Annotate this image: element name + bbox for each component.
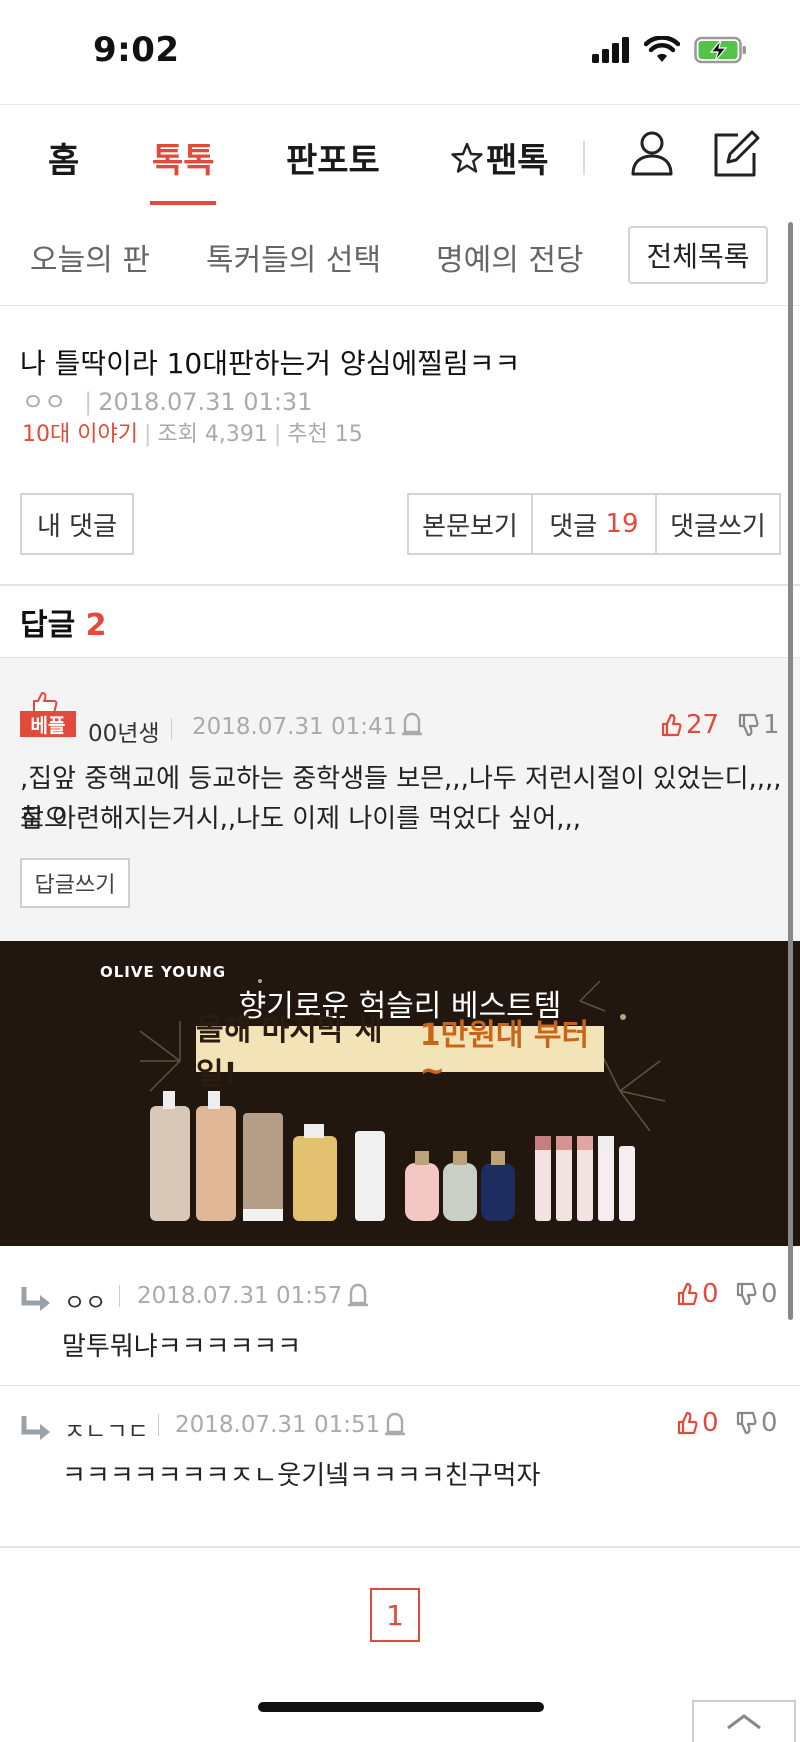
post-title: 나 틀딱이라 10대판하는거 양심에찔림ㅋㅋ [20,347,521,380]
section-divider [0,584,800,586]
top-nav: 홈 톡톡 판포토 팬톡 [0,104,800,207]
sub-reply-text: 말투뭐냐ㅋㅋㅋㅋㅋㅋ [62,1332,302,1362]
nav-divider [583,141,585,175]
subtab-hall-of-fame[interactable]: 명예의 전당 [436,235,584,279]
ad-subtitle: 올해 마지막 세일! 1만원대 부터~ [196,1013,604,1092]
like-button[interactable]: 27 [660,710,719,740]
post-meta-stats: 10대 이야기 | 조회 4,391 | 추천 15 [22,422,363,447]
thumbs-down-icon [736,1411,757,1435]
thumbs-down-icon [738,713,759,737]
meta-separator [119,1285,120,1307]
subtab-talkers-choice[interactable]: 톡커들의 선택 [206,235,381,279]
post-action-group: 본문보기 댓글 19 댓글쓰기 [407,493,781,555]
dislike-count: 1 [763,710,780,740]
best-badge-label: 베플 [20,711,76,737]
like-button[interactable]: 0 [676,1408,719,1438]
reply-arrow-icon [21,1287,50,1311]
report-bell-icon[interactable] [400,712,424,738]
tab-home[interactable]: 홈 [48,133,79,182]
view-body-button[interactable]: 본문보기 [409,495,533,553]
dislike-button[interactable]: 1 [737,710,780,740]
tab-fantalk[interactable]: 팬톡 [450,133,549,182]
home-indicator [258,1702,544,1712]
report-bell-icon[interactable] [346,1283,370,1309]
scroll-to-top-button[interactable] [692,1700,796,1742]
wifi-icon [644,36,680,62]
cellular-signal-icon [592,37,629,63]
star-icon [451,142,483,173]
subtab-today[interactable]: 오늘의 판 [30,235,150,279]
thumbs-up-icon [661,713,682,737]
replies-count: 2 [85,608,107,643]
sub-reply: ㅇㅇ 2018.07.31 01:57 0 0 말투뭐냐ㅋㅋㅋㅋㅋㅋ [0,1257,800,1387]
reply-button[interactable]: 답글쓰기 [20,858,130,908]
dislike-button[interactable]: 0 [735,1279,778,1309]
comment-text-line2: 로 아련해지는거시,,나도 이제 나이를 먹었다 싶어,,, [20,804,582,834]
write-comment-button[interactable]: 댓글쓰기 [657,495,779,553]
status-time: 9:02 [93,30,180,70]
sub-reply-author: ㅈㄴㄱㄷ [64,1419,149,1445]
user-icon[interactable] [630,129,674,177]
thumbs-down-icon [736,1282,757,1306]
sub-reply-text: ㅋㅋㅋㅋㅋㅋㅋㅈㄴ웃기넼ㅋㅋㅋㅋ친구먹자 [62,1461,541,1491]
views-label: 조회 [157,422,198,447]
reply-arrow-icon [21,1416,50,1440]
recommend-count: 15 [334,422,363,447]
pagination-current-page[interactable]: 1 [370,1588,420,1642]
ad-brand-logo: OLIVE YOUNG [100,963,227,981]
dislike-button[interactable]: 0 [735,1408,778,1438]
like-count: 0 [702,1408,719,1438]
status-bar: 9:02 [0,0,800,104]
post-meta-author: ㅇㅇ | 2018.07.31 01:31 [22,388,313,416]
replies-header: 답글 2 [20,600,107,644]
ad-sub-highlight: 1만원대 부터~ [419,1017,590,1089]
dislike-count: 0 [761,1279,778,1309]
post-date: 2018.07.31 01:31 [98,388,313,416]
replies-label: 답글 [20,608,76,643]
scrollbar[interactable] [788,222,793,1320]
write-icon[interactable] [712,129,760,179]
ad-sub-prefix: 올해 마지막 세일! [196,1013,383,1092]
thumbs-up-icon [677,1411,698,1435]
sub-nav: 오늘의 판 톡커들의 선택 명예의 전당 전체목록 [0,205,800,306]
all-list-button[interactable]: 전체목록 [628,226,768,284]
my-comments-button[interactable]: 내 댓글 [20,493,134,555]
comments-count: 19 [605,509,639,539]
like-count: 27 [686,710,720,740]
like-count: 0 [702,1279,719,1309]
comments-label: 댓글 [549,511,598,542]
best-badge: 베플 [20,691,76,737]
like-button[interactable]: 0 [676,1279,719,1309]
status-icons [592,36,748,64]
post-author: ㅇㅇ [22,388,67,416]
thumbs-up-icon [677,1282,698,1306]
tab-pan-photo[interactable]: 판포토 [286,133,380,182]
recommend-label: 추천 [287,422,328,447]
tab-toktok[interactable]: 톡톡 [152,133,215,182]
meta-separator [158,1414,159,1436]
battery-charging-icon [694,36,746,64]
comment-date: 2018.07.31 01:41 [192,714,398,740]
meta-separator [171,718,172,740]
chevron-up-icon [727,1714,761,1730]
sub-reply-author: ㅇㅇ [64,1290,107,1316]
dislike-count: 0 [761,1408,778,1438]
report-bell-icon[interactable] [383,1412,407,1438]
sub-reply-date: 2018.07.31 01:57 [137,1283,343,1309]
best-comment: 베플 00년생 2018.07.31 01:41 27 1 ,집앞 중핵교에 등… [0,657,800,942]
views-count: 4,391 [204,422,268,447]
comments-button[interactable]: 댓글 19 [533,495,657,553]
tab-fantalk-label: 팬톡 [486,141,549,181]
post-category[interactable]: 10대 이야기 [22,422,138,447]
sub-reply-date: 2018.07.31 01:51 [175,1412,381,1438]
sub-reply: ㅈㄴㄱㄷ 2018.07.31 01:51 0 0 ㅋㅋㅋㅋㅋㅋㅋㅈㄴ웃기넼ㅋㅋ… [0,1386,800,1548]
comment-author: 00년생 [88,721,160,747]
ad-banner[interactable]: OLIVE YOUNG 향기로운 헉슬리 베스트템 올해 마지막 세일! 1만원… [0,941,800,1246]
